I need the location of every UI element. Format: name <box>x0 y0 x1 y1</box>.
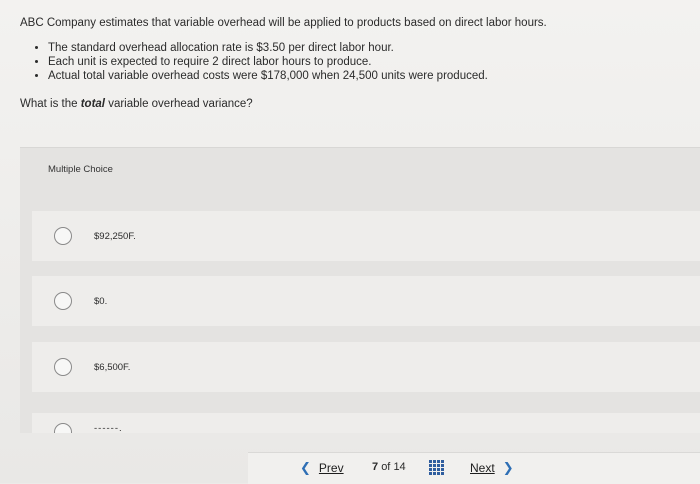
page-separator: of <box>381 461 391 473</box>
radio-button[interactable] <box>54 292 72 310</box>
prompt-emphasis: total <box>80 98 105 110</box>
question-bullet: The standard overhead allocation rate is… <box>48 41 680 55</box>
answer-option[interactable]: $6,500F. <box>32 342 700 392</box>
answer-option-text: $6,500F. <box>94 361 131 373</box>
multiple-choice-label: Multiple Choice <box>48 164 113 175</box>
radio-button[interactable] <box>54 423 72 433</box>
answer-option[interactable]: $0. <box>32 276 700 326</box>
prev-button[interactable]: ❮ Prev <box>300 460 344 476</box>
page: ABC Company estimates that variable over… <box>0 0 700 484</box>
chevron-right-icon: ❯ <box>502 460 514 475</box>
radio-button[interactable] <box>54 227 72 245</box>
question-bullet: Actual total variable overhead costs wer… <box>48 69 680 83</box>
answer-option-text: $92,250F. <box>94 230 136 242</box>
prompt-text: What is the <box>20 98 81 110</box>
question-prompt: What is the total variable overhead vari… <box>20 97 680 112</box>
question-bullet: Each unit is expected to require 2 direc… <box>48 55 680 69</box>
question-stem: ABC Company estimates that variable over… <box>20 16 680 112</box>
current-page: 7 <box>372 461 379 473</box>
pagination-bar: ❮ Prev 7 of 14 Next ❯ <box>248 452 700 484</box>
chevron-left-icon: ❮ <box>300 460 311 475</box>
multiple-choice-panel: Multiple Choice $92,250F. $0. $6,500F. -… <box>20 147 700 433</box>
answer-option[interactable]: ------. <box>32 413 700 433</box>
grid-icon[interactable] <box>429 460 444 475</box>
answer-option-text: ------. <box>94 423 123 433</box>
prev-label: Prev <box>318 461 344 475</box>
answer-option[interactable]: $92,250F. <box>32 211 700 261</box>
question-intro: ABC Company estimates that variable over… <box>20 17 547 29</box>
question-bullets: The standard overhead allocation rate is… <box>20 41 680 83</box>
answer-option-text: $0. <box>94 295 108 307</box>
radio-button[interactable] <box>54 358 72 376</box>
next-button[interactable]: Next ❯ <box>470 460 514 476</box>
page-indicator: 7 of 14 <box>372 461 406 473</box>
prompt-text: variable overhead variance? <box>105 98 253 110</box>
total-pages: 14 <box>393 461 406 473</box>
next-label: Next <box>470 461 495 475</box>
